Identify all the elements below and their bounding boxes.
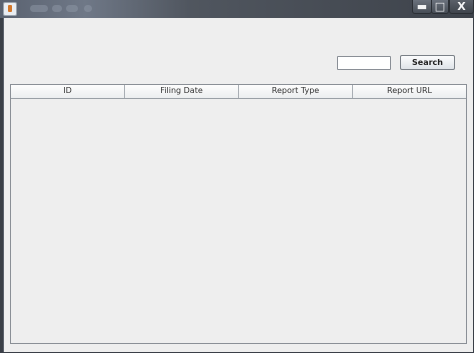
blurred-title — [84, 5, 92, 12]
java-app-icon — [3, 2, 17, 16]
column-header-report-url[interactable]: Report URL — [353, 85, 466, 98]
search-button[interactable]: Search — [400, 55, 455, 70]
column-header-id[interactable]: ID — [11, 85, 125, 98]
main-panel: Search ID Filing Date Report Type Report… — [3, 18, 473, 352]
blurred-title — [52, 5, 62, 12]
search-input[interactable] — [337, 56, 391, 70]
column-header-filing-date[interactable]: Filing Date — [125, 85, 239, 98]
maximize-button[interactable]: □ — [431, 0, 449, 14]
blurred-title — [30, 5, 48, 12]
minimize-button[interactable]: ▬ — [412, 0, 432, 14]
blurred-title — [66, 5, 78, 12]
column-header-report-type[interactable]: Report Type — [239, 85, 353, 98]
close-button[interactable]: X — [449, 0, 474, 14]
title-bar: ▬ □ X — [0, 0, 474, 18]
results-table[interactable]: ID Filing Date Report Type Report URL — [10, 84, 467, 344]
table-header: ID Filing Date Report Type Report URL — [11, 85, 466, 99]
